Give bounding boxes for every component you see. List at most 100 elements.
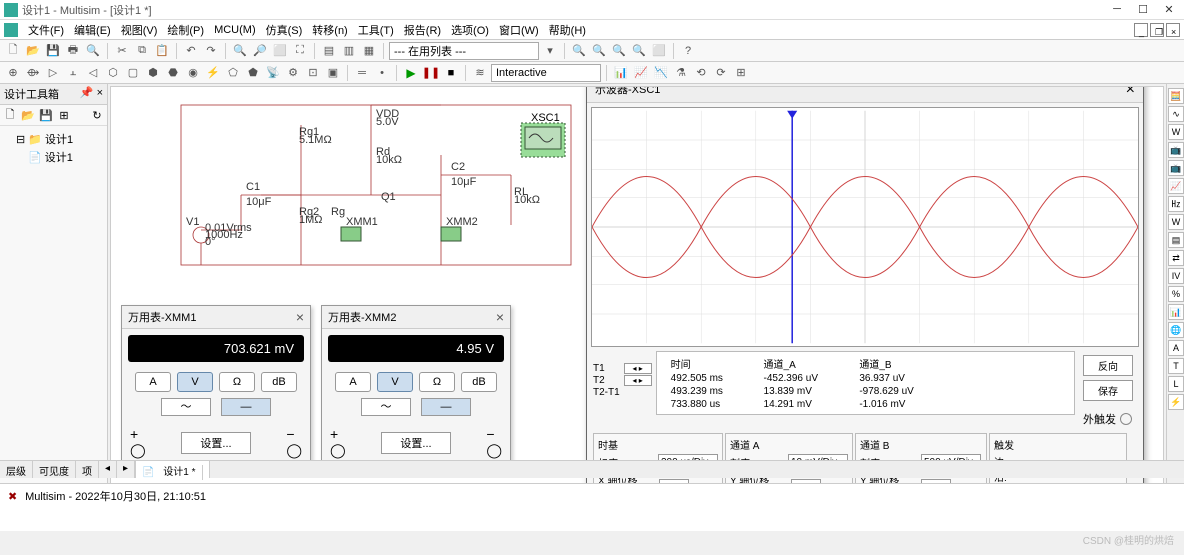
tree-save-icon[interactable]: 💾 <box>38 107 54 123</box>
copy-button[interactable]: ⧉ <box>133 42 151 60</box>
zoom-in-button[interactable]: 🔍 <box>231 42 249 60</box>
toggle-b-button[interactable]: ▥ <box>340 42 358 60</box>
zoom-tool-5-button[interactable]: ⬜ <box>650 42 668 60</box>
meter1-plus-terminal[interactable]: +◯ <box>130 426 146 459</box>
menu-reports[interactable]: 报告(R) <box>400 20 445 40</box>
cursor-t1-stepper[interactable]: ◂ ▸ <box>624 363 652 374</box>
menu-tools[interactable]: 工具(T) <box>354 20 398 40</box>
comp-elec-button[interactable]: ⚙ <box>284 64 302 82</box>
print-button[interactable]: 🖶 <box>64 42 82 60</box>
scope-reverse-button[interactable]: 反向 <box>1083 355 1133 376</box>
cursor-t2-stepper[interactable]: ◂ ▸ <box>624 375 652 386</box>
maximize-button[interactable]: ☐ <box>1132 3 1154 16</box>
tree-child[interactable]: 📄 设计1 <box>4 148 103 166</box>
meter2-close-button[interactable]: × <box>496 309 504 325</box>
zoom-tool-3-button[interactable]: 🔍 <box>610 42 628 60</box>
save-button[interactable]: 💾 <box>44 42 62 60</box>
instrument-logicconv-button[interactable]: ⇄ <box>1168 250 1184 266</box>
meter1-dc-button[interactable]: — <box>221 398 271 416</box>
scope-save-button[interactable]: 保存 <box>1083 380 1133 401</box>
multimeter-xmm2-window[interactable]: 万用表-XMM2 × 4.95 V A V Ω dB 〜 — +◯ 设置... … <box>321 305 511 468</box>
comp-mcu-button[interactable]: ▣ <box>324 64 342 82</box>
fullscreen-button[interactable]: ⛶ <box>291 42 309 60</box>
comp-source-button[interactable]: ⊕ <box>4 64 22 82</box>
tab-visibility[interactable]: 可见度 <box>33 461 76 478</box>
meter1-mode-a[interactable]: A <box>135 372 171 392</box>
stop-button[interactable]: ■ <box>442 64 460 82</box>
menu-simulate[interactable]: 仿真(S) <box>262 20 307 40</box>
document-tab[interactable]: 📄 设计1 * <box>136 461 209 478</box>
open-button[interactable]: 📂 <box>24 42 42 60</box>
new-button[interactable]: 🗋 <box>4 42 22 60</box>
instrument-funcgen-button[interactable]: ∿ <box>1168 106 1184 122</box>
meter1-mode-ohm[interactable]: Ω <box>219 372 255 392</box>
paste-button[interactable]: 📋 <box>153 42 171 60</box>
tree-root[interactable]: ⊟ 📁 设计1 <box>4 130 103 148</box>
menu-draw[interactable]: 绘制(P) <box>163 20 208 40</box>
instrument-labview-button[interactable]: L <box>1168 376 1184 392</box>
schematic-canvas[interactable]: VDD5.0V Rg15.1MΩ Rd10kΩ C110μF Rg21MΩ Rg… <box>110 86 1164 502</box>
comp-misc2-button[interactable]: ⬠ <box>224 64 242 82</box>
tab-nav-left[interactable]: ◂ <box>99 461 117 478</box>
zoom-tool-4-button[interactable]: 🔍 <box>630 42 648 60</box>
instrument-network-button[interactable]: 🌐 <box>1168 322 1184 338</box>
meter2-plus-terminal[interactable]: +◯ <box>330 426 346 459</box>
instrument-iv-button[interactable]: IV <box>1168 268 1184 284</box>
comp-connector-button[interactable]: ⊡ <box>304 64 322 82</box>
menu-transfer[interactable]: 转移(n) <box>308 20 351 40</box>
instrument-scope4-button[interactable]: 📺 <box>1168 160 1184 176</box>
analysis-1-button[interactable]: 📊 <box>612 64 630 82</box>
scope-close-button[interactable]: × <box>1126 86 1135 99</box>
comp-mixed-button[interactable]: ⬣ <box>164 64 182 82</box>
meter2-minus-terminal[interactable]: −◯ <box>486 426 502 459</box>
inuse-list-dropdown[interactable] <box>389 42 539 60</box>
run-button[interactable]: ▶ <box>402 64 420 82</box>
mdi-minimize-button[interactable]: _ <box>1134 23 1148 37</box>
menu-window[interactable]: 窗口(W) <box>495 20 543 40</box>
instrument-scope2-button[interactable]: 📺 <box>1168 142 1184 158</box>
ext-trig-port[interactable] <box>1120 413 1132 425</box>
oscilloscope-xsc1-window[interactable]: 示波器-XSC1 × <box>586 86 1144 502</box>
preview-button[interactable]: 🔍 <box>84 42 102 60</box>
tree-new-icon[interactable]: 🗋 <box>2 107 18 123</box>
cut-button[interactable]: ✂ <box>113 42 131 60</box>
place-bus-button[interactable]: ═ <box>353 64 371 82</box>
menu-help[interactable]: 帮助(H) <box>545 20 590 40</box>
analysis-2-button[interactable]: 📈 <box>632 64 650 82</box>
instrument-tek-button[interactable]: T <box>1168 358 1184 374</box>
tree-expand-icon[interactable]: ⊞ <box>56 107 72 123</box>
instrument-agilent-button[interactable]: A <box>1168 340 1184 356</box>
instrument-freq-button[interactable]: ㎐ <box>1168 196 1184 212</box>
comp-misc-button[interactable]: ⬢ <box>144 64 162 82</box>
meter2-mode-ohm[interactable]: Ω <box>419 372 455 392</box>
meter2-mode-db[interactable]: dB <box>461 372 497 392</box>
zoom-tool-2-button[interactable]: 🔍 <box>590 42 608 60</box>
mdi-close-button[interactable]: × <box>1166 23 1180 37</box>
menu-view[interactable]: 视图(V) <box>117 20 162 40</box>
pause-button[interactable]: ❚❚ <box>422 64 440 82</box>
instrument-logic-button[interactable]: ▤ <box>1168 232 1184 248</box>
comp-power-button[interactable]: ⚡ <box>204 64 222 82</box>
meter1-close-button[interactable]: × <box>296 309 304 325</box>
tab-hierarchy[interactable]: 层级 <box>0 461 33 478</box>
help-button[interactable]: ? <box>679 42 697 60</box>
comp-transistor-button[interactable]: ⫠ <box>64 64 82 82</box>
comp-indicator-button[interactable]: ◉ <box>184 64 202 82</box>
tree-open-icon[interactable]: 📂 <box>20 107 36 123</box>
comp-advanced-button[interactable]: ⬟ <box>244 64 262 82</box>
meter2-settings-button[interactable]: 设置... <box>381 432 450 454</box>
instrument-current-button[interactable]: ⚡ <box>1168 394 1184 410</box>
toggle-c-button[interactable]: ▦ <box>360 42 378 60</box>
instrument-dist-button[interactable]: % <box>1168 286 1184 302</box>
multimeter-xmm1-window[interactable]: 万用表-XMM1 × 703.621 mV A V Ω dB 〜 — +◯ 设置… <box>121 305 311 468</box>
analysis-5-button[interactable]: ⟲ <box>692 64 710 82</box>
instrument-bode-button[interactable]: 📈 <box>1168 178 1184 194</box>
tab-project[interactable]: 项 <box>76 461 99 478</box>
meter2-mode-a[interactable]: A <box>335 372 371 392</box>
redo-button[interactable]: ↷ <box>202 42 220 60</box>
dropdown-arrow-icon[interactable]: ▾ <box>541 42 559 60</box>
scope-screen[interactable] <box>591 107 1139 347</box>
meter1-mode-v[interactable]: V <box>177 372 213 392</box>
zoom-out-button[interactable]: 🔎 <box>251 42 269 60</box>
meter1-settings-button[interactable]: 设置... <box>181 432 250 454</box>
